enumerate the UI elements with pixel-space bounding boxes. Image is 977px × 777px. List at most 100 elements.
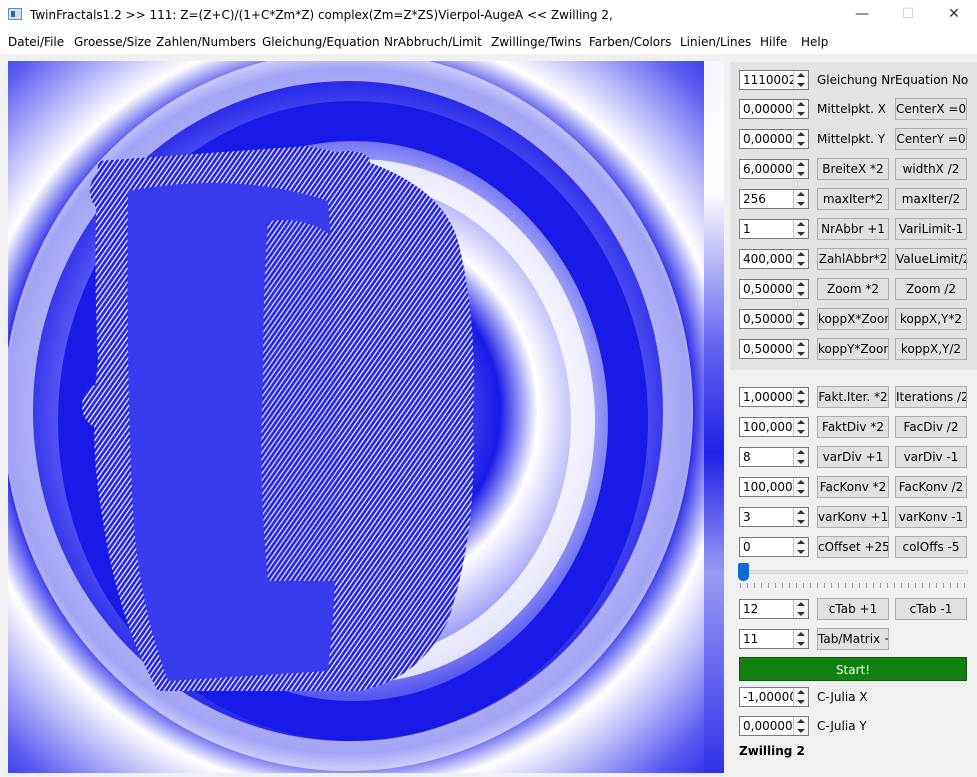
- julia-y-spinbox[interactable]: 0,0000000: [739, 716, 809, 736]
- spin-arrows[interactable]: [793, 448, 808, 466]
- center-x-reset-button[interactable]: CenterX =0: [895, 98, 967, 120]
- arrow-up-icon[interactable]: [797, 510, 805, 514]
- zoom-double-button[interactable]: Zoom *2: [817, 278, 889, 300]
- maxiter-half-button[interactable]: maxIter/2: [895, 188, 967, 210]
- spin-arrows[interactable]: [793, 160, 808, 178]
- koppx-zoom-button[interactable]: koppX*Zoom: [817, 308, 889, 330]
- menu-datei[interactable]: Datei/File: [8, 35, 64, 49]
- arrow-down-icon[interactable]: [797, 612, 805, 616]
- center-y-reset-button[interactable]: CenterY =0: [895, 128, 967, 150]
- vardiv-spinbox[interactable]: 8: [739, 447, 809, 467]
- equation-spinbox[interactable]: 1110002: [739, 70, 809, 90]
- ctab-inc-button[interactable]: cTab +1: [817, 598, 889, 620]
- spin-arrows[interactable]: [793, 717, 808, 735]
- zahlabbr-double-button[interactable]: ZahlAbbr*2: [817, 248, 889, 270]
- koppx-spinbox[interactable]: 0,50000: [739, 309, 809, 329]
- arrow-down-icon[interactable]: [797, 292, 805, 296]
- arrow-down-icon[interactable]: [797, 83, 805, 87]
- spin-arrows[interactable]: [793, 478, 808, 496]
- ctab-spinbox[interactable]: 12: [739, 599, 809, 619]
- spin-arrows[interactable]: [793, 630, 808, 648]
- color-offset-slider-track[interactable]: [740, 570, 968, 574]
- spin-arrows[interactable]: [793, 508, 808, 526]
- arrow-down-icon[interactable]: [797, 430, 805, 434]
- spin-arrows[interactable]: [793, 250, 808, 268]
- arrow-up-icon[interactable]: [797, 540, 805, 544]
- width-double-button[interactable]: BreiteX *2: [817, 158, 889, 180]
- koppxy-half-button[interactable]: koppX,Y/2: [895, 338, 967, 360]
- width-half-button[interactable]: widthX /2: [895, 158, 967, 180]
- arrow-up-icon[interactable]: [797, 222, 805, 226]
- menu-linien[interactable]: Linien/Lines: [680, 35, 751, 49]
- arrow-up-icon[interactable]: [797, 282, 805, 286]
- spin-arrows[interactable]: [793, 100, 808, 118]
- menu-groesse[interactable]: Groesse/Size: [74, 35, 151, 49]
- maxiter-spinbox[interactable]: 256: [739, 189, 809, 209]
- vardiv-inc-button[interactable]: varDiv +1: [817, 446, 889, 468]
- faktiter-spinbox[interactable]: 1,00000: [739, 387, 809, 407]
- arrow-down-icon[interactable]: [797, 352, 805, 356]
- fackonv-double-button[interactable]: FacKonv *2: [817, 476, 889, 498]
- arrow-up-icon[interactable]: [797, 162, 805, 166]
- menu-zwillinge[interactable]: Zwillinge/Twins: [491, 35, 581, 49]
- varkonv-inc-button[interactable]: varKonv +1: [817, 506, 889, 528]
- arrow-down-icon[interactable]: [797, 262, 805, 266]
- faktdiv-spinbox[interactable]: 100,00000: [739, 417, 809, 437]
- arrow-up-icon[interactable]: [797, 252, 805, 256]
- spin-arrows[interactable]: [793, 600, 808, 618]
- arrow-down-icon[interactable]: [797, 322, 805, 326]
- arrow-up-icon[interactable]: [797, 73, 805, 77]
- width-spinbox[interactable]: 6,0000000: [739, 159, 809, 179]
- arrow-down-icon[interactable]: [797, 112, 805, 116]
- spin-arrows[interactable]: [793, 418, 808, 436]
- menu-nrabbruch[interactable]: NrAbbruch/Limit: [384, 35, 482, 49]
- maximize-button[interactable]: ☐: [885, 0, 931, 30]
- tabmatrix-inc-button[interactable]: Tab/Matrix +: [817, 628, 889, 650]
- varilimit-dec-button[interactable]: VariLimit-1: [895, 218, 967, 240]
- start-button[interactable]: Start!: [739, 657, 967, 681]
- coffset-inc-button[interactable]: cOffset +25: [817, 536, 889, 558]
- ctab-dec-button[interactable]: cTab -1: [895, 598, 967, 620]
- close-button[interactable]: ✕: [931, 0, 977, 30]
- arrow-down-icon[interactable]: [797, 400, 805, 404]
- arrow-down-icon[interactable]: [797, 520, 805, 524]
- arrow-down-icon[interactable]: [797, 729, 805, 733]
- vardiv-dec-button[interactable]: varDiv -1: [895, 446, 967, 468]
- tabmatrix-spinbox[interactable]: 11: [739, 629, 809, 649]
- arrow-down-icon[interactable]: [797, 202, 805, 206]
- valuelimit-half-button[interactable]: ValueLimit/2: [895, 248, 967, 270]
- center-x-spinbox[interactable]: 0,0000000: [739, 99, 809, 119]
- menu-farben[interactable]: Farben/Colors: [589, 35, 671, 49]
- arrow-up-icon[interactable]: [797, 390, 805, 394]
- arrow-up-icon[interactable]: [797, 132, 805, 136]
- spin-arrows[interactable]: [793, 388, 808, 406]
- menu-gleichung[interactable]: Gleichung/Equation: [262, 35, 380, 49]
- facdiv-half-button[interactable]: FacDiv /2: [895, 416, 967, 438]
- fractal-canvas[interactable]: [8, 61, 724, 773]
- spin-arrows[interactable]: [793, 538, 808, 556]
- arrow-up-icon[interactable]: [797, 719, 805, 723]
- spin-arrows[interactable]: [793, 220, 808, 238]
- spin-arrows[interactable]: [793, 688, 808, 706]
- koppxy-double-button[interactable]: koppX,Y*2: [895, 308, 967, 330]
- varkonv-dec-button[interactable]: varKonv -1: [895, 506, 967, 528]
- center-y-spinbox[interactable]: 0,0000000: [739, 129, 809, 149]
- faktiter-double-button[interactable]: Fakt.Iter. *2: [817, 386, 889, 408]
- arrow-down-icon[interactable]: [797, 700, 805, 704]
- zahlabbr-spinbox[interactable]: 400,00000: [739, 249, 809, 269]
- zoom-spinbox[interactable]: 0,5000000: [739, 279, 809, 299]
- koppy-spinbox[interactable]: 0,50000: [739, 339, 809, 359]
- arrow-up-icon[interactable]: [797, 690, 805, 694]
- arrow-up-icon[interactable]: [797, 632, 805, 636]
- coffset-spinbox[interactable]: 0: [739, 537, 809, 557]
- menu-hilfe[interactable]: Hilfe: [760, 35, 787, 49]
- koppy-zoom-button[interactable]: koppY*Zoom: [817, 338, 889, 360]
- nrabbr-inc-button[interactable]: NrAbbr +1: [817, 218, 889, 240]
- faktdiv-double-button[interactable]: FaktDiv *2: [817, 416, 889, 438]
- arrow-down-icon[interactable]: [797, 550, 805, 554]
- julia-x-spinbox[interactable]: -1,0000000: [739, 687, 809, 707]
- arrow-up-icon[interactable]: [797, 192, 805, 196]
- arrow-down-icon[interactable]: [797, 642, 805, 646]
- arrow-down-icon[interactable]: [797, 172, 805, 176]
- color-offset-slider-thumb[interactable]: [738, 563, 749, 581]
